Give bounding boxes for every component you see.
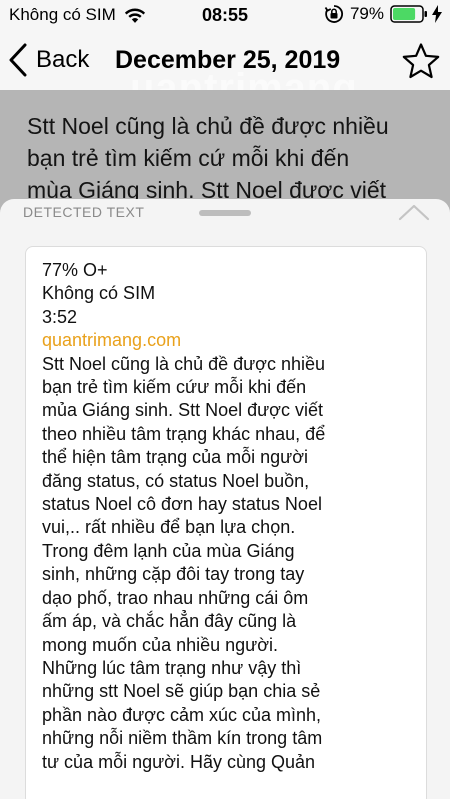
star-icon[interactable] (402, 42, 440, 80)
sheet-grabber[interactable] (199, 210, 251, 216)
detected-line: phần nào được cảm xúc của mình, (42, 704, 321, 725)
navigation-bar: Back December 25, 2019 uantrimang (0, 30, 450, 110)
detected-line: vui,.. rất nhiều để bạn lựa chọn. (42, 517, 296, 538)
detected-line: theo nhiều tâm trạng khác nhau, để (42, 423, 326, 444)
detected-line: dạo phố, trao nhau những cái ôm (42, 587, 309, 608)
detected-line: những stt Noel sẽ giúp bạn chia sẻ (42, 681, 321, 702)
chevron-down-icon[interactable] (398, 203, 430, 221)
detected-line: mủa Giáng sinh. Stt Noel được viết (42, 400, 323, 421)
detected-line: Trong đêm lạnh của mùa Giáng (42, 540, 295, 561)
detected-line: Stt Noel cũng là chủ đề được nhiều (42, 353, 326, 374)
detected-line: status Noel cô đơn hay status Noel (42, 494, 322, 515)
detected-line: sinh, những cặp đôi tay trong tay (42, 564, 305, 585)
battery-percent: 79% (349, 4, 384, 23)
status-right: 79% (324, 4, 442, 24)
sheet-title: DETECTED TEXT (23, 204, 145, 220)
battery-icon (390, 5, 427, 23)
detected-line: những nỗi niềm thầm kín trong tâm (42, 728, 323, 749)
back-button[interactable]: Back (8, 42, 89, 78)
detected-line: thể hiện tâm trạng của mỗi người (42, 447, 308, 468)
page-title: December 25, 2019 (115, 46, 341, 74)
detected-link[interactable]: quantrimang.com (42, 329, 410, 352)
status-bar: Không có SIM 08:55 79% (0, 0, 450, 30)
detected-line: mong muốn của nhiều người. (42, 634, 278, 655)
detected-line: ấm áp, và chắc hẳn đây cũng là (42, 611, 297, 632)
detected-line: Không có SIM (42, 283, 156, 304)
back-button-label: Back (36, 46, 90, 73)
article-line: bạn trẻ tìm kiếm cứ mỗi khi đến (27, 145, 350, 171)
detected-line: 3:52 (42, 306, 78, 327)
detected-line: 77% O+ (42, 260, 108, 280)
detected-text-box[interactable]: 77% O+ Không có SIM 3:52 quantrimang.com… (25, 246, 427, 799)
chevron-left-icon (9, 43, 27, 77)
orientation-lock-icon (324, 5, 343, 23)
detected-line: tư của mỗi người. Hãy cùng Quản (42, 751, 316, 772)
article-line: Stt Noel cũng là chủ đề được nhiều (27, 113, 389, 139)
detected-line: bạn trẻ tìm kiếm cứư mỗi khi đến (42, 377, 307, 398)
detected-text-sheet: DETECTED TEXT 77% O+ Không có SIM 3:52 q… (0, 199, 450, 799)
detected-line: đăng status, có status Noel buồn, (42, 470, 310, 491)
article-text: Stt Noel cũng là chủ đề được nhiều bạn t… (27, 110, 427, 206)
detected-line: Những lúc tâm trạng như vậy thì (42, 657, 302, 678)
charging-bolt-icon (432, 5, 442, 23)
